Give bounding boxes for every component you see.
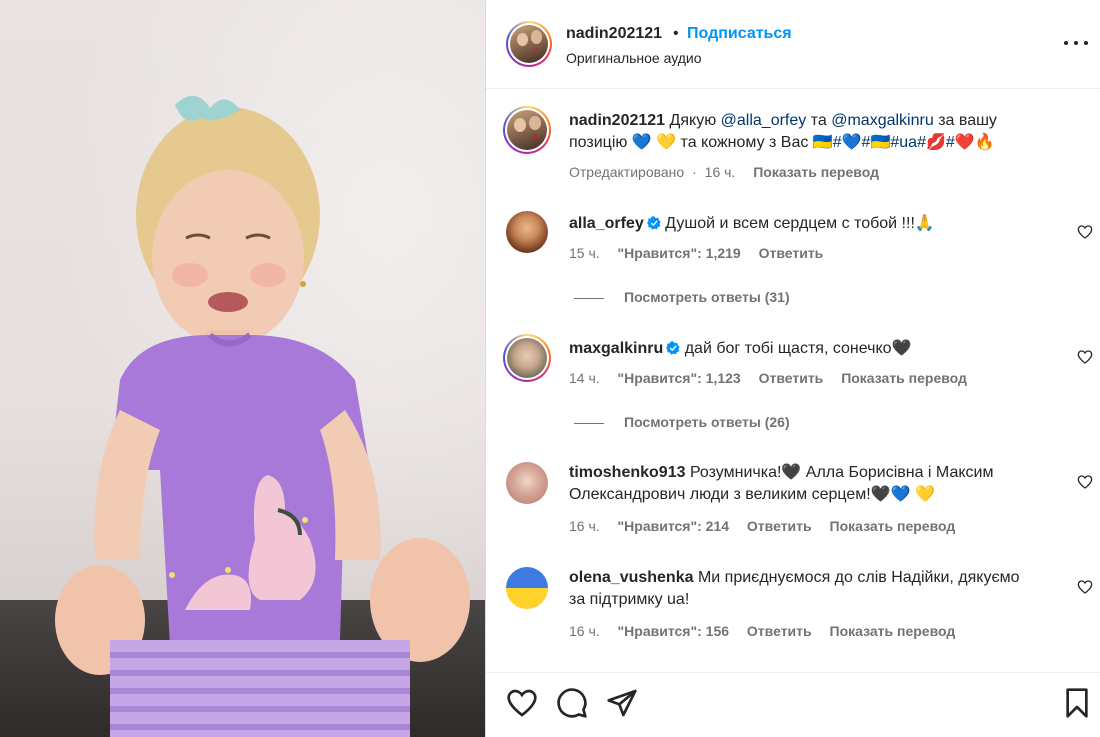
comment-text: timoshenko913 Розумничка!🖤 Алла Борисівн…	[569, 462, 1039, 506]
commenter-username[interactable]: olena_vushenka	[569, 569, 694, 586]
reply-button[interactable]: Ответить	[747, 518, 812, 534]
post-header: nadin202121 • Подписаться Оригинальное а…	[486, 0, 1100, 89]
verified-badge-icon	[646, 216, 661, 230]
commenter-avatar[interactable]	[506, 567, 548, 609]
share-icon[interactable]	[606, 687, 638, 719]
comment-text: alla_orfey Душой и всем сердцем с тобой …	[569, 213, 1039, 235]
reply-button[interactable]: Ответить	[747, 623, 812, 639]
more-options-icon[interactable]	[1061, 32, 1091, 54]
like-comment-heart-icon[interactable]	[1077, 474, 1093, 490]
replies-line	[574, 297, 604, 299]
commenter-avatar[interactable]	[503, 334, 551, 382]
comment-time: 16 ч.	[569, 518, 600, 534]
edited-label: Отредактировано	[569, 164, 685, 180]
post-details-panel: nadin202121 • Подписаться Оригинальное а…	[485, 0, 1100, 737]
comment-meta: 14 ч. "Нравится": 1,123 Ответить Показат…	[569, 370, 981, 386]
translate-button[interactable]: Показать перевод	[830, 623, 956, 639]
verified-badge-icon	[666, 341, 680, 355]
view-replies-label: Посмотреть ответы (26)	[624, 414, 790, 430]
comment-time: 16 ч.	[569, 623, 600, 639]
replies-line	[574, 422, 604, 424]
commenter-username[interactable]: alla_orfey	[569, 215, 644, 232]
comment-text: maxgalkinru дай бог тобі щастя, сонечко🖤	[569, 338, 1039, 360]
mention-link[interactable]: @maxgalkinru	[831, 112, 934, 129]
like-comment-heart-icon[interactable]	[1077, 349, 1093, 365]
comment-meta: 15 ч. "Нравится": 1,219 Ответить	[569, 245, 837, 261]
comment-likes[interactable]: "Нравится": 156	[618, 623, 729, 639]
like-comment-heart-icon[interactable]	[1077, 579, 1093, 595]
comment-likes[interactable]: "Нравится": 214	[618, 518, 729, 534]
comment-time: 14 ч.	[569, 370, 600, 386]
commenter-avatar[interactable]	[506, 211, 548, 253]
like-comment-heart-icon[interactable]	[1077, 224, 1093, 240]
comment-icon[interactable]	[556, 687, 588, 719]
view-replies-button[interactable]: Посмотреть ответы (31)	[574, 289, 790, 305]
video-frame-illustration	[55, 95, 470, 737]
avatar-image	[510, 25, 548, 63]
action-bar	[486, 672, 1100, 737]
follow-button[interactable]: Подписаться	[687, 25, 792, 43]
comments-list[interactable]: nadin202121 Дякую @alla_orfey та @maxgal…	[486, 90, 1100, 670]
translate-button[interactable]: Показать перевод	[830, 518, 956, 534]
mention-link[interactable]: @alla_orfey	[721, 112, 807, 129]
bookmark-icon[interactable]	[1061, 687, 1093, 719]
translate-button[interactable]: Показать перевод	[753, 164, 879, 180]
post-video[interactable]	[0, 0, 485, 737]
author-username[interactable]: nadin202121	[566, 25, 662, 43]
comment-likes[interactable]: "Нравится": 1,219	[618, 245, 741, 261]
comment-likes[interactable]: "Нравится": 1,123	[618, 370, 741, 386]
comment-time: 15 ч.	[569, 245, 600, 261]
comment-text: olena_vushenka Ми приєднуємося до слів Н…	[569, 567, 1039, 611]
caption-text: nadin202121 Дякую @alla_orfey та @maxgal…	[569, 110, 1049, 154]
separator-dot: ·	[692, 164, 697, 180]
separator-dot: •	[673, 25, 679, 42]
comment-body: Душой и всем сердцем с тобой !!!🙏	[665, 215, 935, 232]
translate-button[interactable]: Показать перевод	[841, 370, 967, 386]
view-replies-label: Посмотреть ответы (31)	[624, 289, 790, 305]
avatar-image	[507, 110, 547, 150]
view-replies-button[interactable]: Посмотреть ответы (26)	[574, 414, 790, 430]
avatar-image	[507, 338, 547, 378]
reply-button[interactable]: Ответить	[759, 245, 824, 261]
caption-text-part: та	[810, 112, 827, 129]
author-avatar[interactable]	[506, 21, 552, 67]
commenter-username[interactable]: maxgalkinru	[569, 340, 663, 357]
comment-meta: 16 ч. "Нравится": 156 Ответить Показать …	[569, 623, 969, 639]
commenter-avatar[interactable]	[506, 462, 548, 504]
caption-username[interactable]: nadin202121	[569, 112, 665, 129]
comment-body: дай бог тобі щастя, сонечко🖤	[684, 340, 912, 357]
caption-text-part: Дякую	[669, 112, 717, 129]
comment-meta: 16 ч. "Нравится": 214 Ответить Показать …	[569, 518, 969, 534]
caption-time: 16 ч.	[704, 164, 736, 180]
commenter-username[interactable]: timoshenko913	[569, 464, 685, 481]
hashtags[interactable]: 🇺🇦#💙#🇺🇦#ua#💋#❤️🔥	[813, 134, 995, 151]
heart-icon[interactable]	[506, 687, 538, 719]
caption-meta: Отредактировано · 16 ч. Показать перевод	[569, 164, 893, 180]
reply-button[interactable]: Ответить	[759, 370, 824, 386]
caption-avatar[interactable]	[503, 106, 551, 154]
audio-label[interactable]: Оригинальное аудио	[566, 50, 702, 66]
